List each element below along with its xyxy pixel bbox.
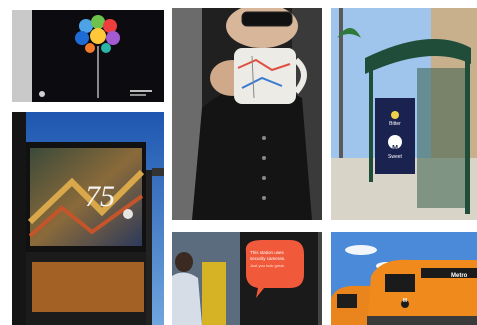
bus-shelter-image [331,8,477,220]
train-logo-letter: M [402,298,408,304]
billboard-75-image [12,112,164,325]
billboard-75-tile: 75 [12,112,164,325]
train-label: Metro [451,273,468,279]
shelter-ad-line1: Bitter [389,121,401,127]
coffee-mug-tile [172,8,322,220]
balloon-poster-image [32,10,164,102]
shelter-ad-logo: M [392,145,398,152]
billboard-number: 75 [85,180,115,213]
station-sign-image [172,232,322,325]
station-sign-line3: Just you look great. [250,263,285,268]
metro-trains-tile: Metro M [331,232,477,325]
coffee-mug-image [172,8,322,220]
station-sign-line2: security cameras. [250,256,286,261]
station-sign-tile: This station uses security cameras. Just… [172,232,322,325]
balloon-poster-tile [12,10,164,102]
shelter-ad-line2: Sweet [388,154,402,160]
bus-shelter-tile: Bitter M Sweet [331,8,477,220]
